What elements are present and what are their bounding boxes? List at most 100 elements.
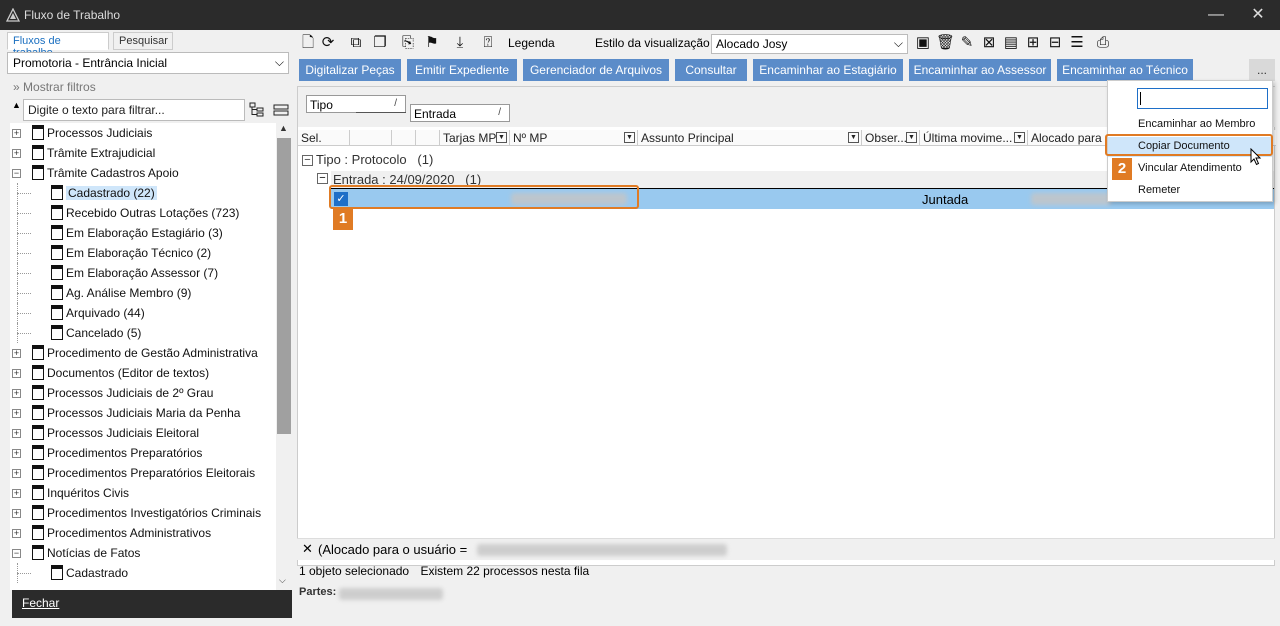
collapse-icon[interactable]: − [12, 549, 21, 558]
issue-dispatch-button[interactable]: Emitir Expediente [407, 59, 517, 81]
document-list-icon[interactable]: ▤ [1002, 34, 1020, 52]
filter-dropdown-icon[interactable]: ▼ [1014, 132, 1025, 143]
tree-item[interactable]: − Trâmite Cadastros Apoio [10, 163, 276, 183]
tree-item[interactable]: Arquivado (44) [10, 303, 276, 323]
tree-item[interactable]: Cadastrado (22) [10, 183, 276, 203]
tree-item[interactable]: + Documentos (Editor de textos) [10, 363, 276, 383]
close-window-button[interactable]: ✕ [1238, 3, 1278, 27]
view-style-select[interactable]: Alocado Josy ⌵ [711, 34, 908, 54]
tab-search[interactable]: Pesquisar [113, 32, 173, 50]
filter-dropdown-icon[interactable]: ▼ [624, 132, 635, 143]
tree-item[interactable]: + Procedimentos Preparatórios Eleitorais [10, 463, 276, 483]
col-blank-1[interactable] [350, 130, 392, 146]
menu-search-input[interactable] [1137, 88, 1268, 109]
forward-assessor-button[interactable]: Encaminhar ao Assessor [909, 59, 1051, 81]
download-document-icon[interactable]: ⤓ [451, 34, 469, 52]
collapse-arrow-icon[interactable]: ▲ [12, 100, 21, 110]
windows-icon[interactable]: ❐ [371, 34, 389, 52]
tree-item[interactable]: + Processos Judiciais de 2º Grau [10, 383, 276, 403]
tree-filter-input[interactable]: Digite o texto para filtrar... [23, 99, 245, 121]
consult-button[interactable]: Consultar [675, 59, 747, 81]
col-subject[interactable]: Assunto Principal ▼ [638, 130, 862, 146]
col-mp-number[interactable]: Nº MP ▼ [510, 130, 638, 146]
promotoria-dropdown[interactable]: Promotoria - Entrância Inicial ⌵ [7, 52, 289, 74]
menu-item-send[interactable]: Remeter [1138, 184, 1180, 196]
close-button[interactable]: Fechar [12, 590, 292, 618]
tree-scrollbar[interactable]: ▲ ⌵ [276, 123, 292, 590]
tab-workflows[interactable]: Fluxos de trabalho [7, 32, 109, 59]
save-icon[interactable]: ▣ [914, 34, 932, 52]
filter-dropdown-icon[interactable]: ▼ [848, 132, 859, 143]
col-blank-3[interactable] [416, 130, 440, 146]
more-actions-button[interactable]: ... [1249, 59, 1275, 81]
collapse-icon[interactable]: − [317, 173, 328, 184]
filter-dropdown-icon[interactable]: ▼ [906, 132, 917, 143]
tree-item[interactable]: Em Elaboração Assessor (7) [10, 263, 276, 283]
tag-icon[interactable]: ⚑ [423, 34, 441, 52]
tree-item[interactable]: Recebido Outras Lotações (723) [10, 203, 276, 223]
group-chip-type[interactable]: Tipo / [306, 95, 406, 113]
tree-item[interactable]: + Procedimentos Preparatórios [10, 443, 276, 463]
tree-item[interactable]: + Processos Judiciais Maria da Penha [10, 403, 276, 423]
collapse-icon[interactable]: − [302, 155, 313, 166]
tree-item[interactable]: Cadastrado [10, 563, 276, 583]
print-icon[interactable]: ⎙ [1094, 34, 1112, 52]
col-observations[interactable]: Obser... ▼ [862, 130, 920, 146]
copy-window-icon[interactable]: ⧉ [347, 34, 365, 52]
menu-item-link-service[interactable]: Vincular Atendimento [1138, 162, 1242, 174]
collapse-icon[interactable]: − [12, 169, 21, 178]
edit-icon[interactable]: ✎ [958, 34, 976, 52]
refresh-icon[interactable]: ⟳ [319, 34, 337, 52]
tree-item[interactable]: + Processos Judiciais [10, 123, 276, 143]
tree-expand-icon[interactable] [249, 102, 265, 118]
col-tarjas[interactable]: Tarjas MP ▼ [440, 130, 510, 146]
expand-icon[interactable]: + [12, 489, 21, 498]
tree-item[interactable]: + Inquéritos Civis [10, 483, 276, 503]
file-manager-button[interactable]: Gerenciador de Arquivos [523, 59, 669, 81]
forward-technician-button[interactable]: Encaminhar ao Técnico [1057, 59, 1193, 81]
group-chip-entry[interactable]: Entrada / [410, 104, 510, 122]
tree-collapse-icon[interactable] [273, 102, 289, 118]
expand-icon[interactable]: + [12, 469, 21, 478]
new-document-icon[interactable]: 🗋 [299, 34, 317, 52]
expand-icon[interactable]: + [12, 129, 21, 138]
col-blank-2[interactable] [392, 130, 416, 146]
remove-filter-icon[interactable]: ✕ [302, 541, 313, 557]
show-filters-toggle[interactable]: » Mostrar filtros [13, 80, 96, 94]
legend-icon[interactable]: ⍰ [479, 34, 497, 52]
tree-item[interactable]: + Procedimento de Gestão Administrativa [10, 343, 276, 363]
tree-item[interactable]: + Trâmite Extrajudicial [10, 143, 276, 163]
tree-item[interactable]: Em Elaboração Técnico (2) [10, 243, 276, 263]
col-sel[interactable]: Sel. [298, 130, 350, 146]
list-view-icon[interactable]: ☰ [1068, 34, 1086, 52]
excel-export-icon[interactable]: ⊠ [980, 34, 998, 52]
delete-icon[interactable]: 🗑 [936, 34, 955, 52]
tree-item[interactable]: − Notícias de Fatos [10, 543, 276, 563]
tree-item[interactable]: + Procedimentos Investigatórios Criminais [10, 503, 276, 523]
expand-icon[interactable]: + [12, 389, 21, 398]
expand-icon[interactable]: + [12, 409, 21, 418]
legend-label[interactable]: Legenda [508, 36, 555, 50]
expand-icon[interactable]: + [12, 509, 21, 518]
scroll-up-icon[interactable]: ▲ [279, 123, 288, 133]
scroll-down-icon[interactable]: ⌵ [279, 575, 286, 586]
menu-item-forward-member[interactable]: Encaminhar ao Membro [1138, 118, 1255, 130]
minimize-button[interactable]: — [1196, 3, 1236, 27]
tree-item[interactable]: Em Elaboração Estagiário (3) [10, 223, 276, 243]
tree-item[interactable]: Cancelado (5) [10, 323, 276, 343]
scroll-thumb[interactable] [277, 138, 291, 434]
expand-icon[interactable]: + [12, 149, 21, 158]
tree-item[interactable]: Ag. Análise Membro (9) [10, 283, 276, 303]
tree-item[interactable]: + Procedimentos Administrativos [10, 523, 276, 543]
tree-item[interactable]: + Processos Judiciais Eleitoral [10, 423, 276, 443]
digitize-button[interactable]: Digitalizar Peças [299, 59, 401, 81]
expand-icon[interactable]: + [12, 349, 21, 358]
clipboard-copy-icon[interactable]: ⎘ [399, 34, 417, 52]
filter-dropdown-icon[interactable]: ▼ [496, 132, 507, 143]
expand-icon[interactable]: + [12, 369, 21, 378]
col-last-movement[interactable]: Última movime... ▼ [920, 130, 1028, 146]
expand-icon[interactable]: + [12, 429, 21, 438]
report-icon[interactable]: ⊞ [1024, 34, 1042, 52]
expand-icon[interactable]: + [12, 529, 21, 538]
group-tree-icon[interactable]: ⊟ [1046, 34, 1064, 52]
